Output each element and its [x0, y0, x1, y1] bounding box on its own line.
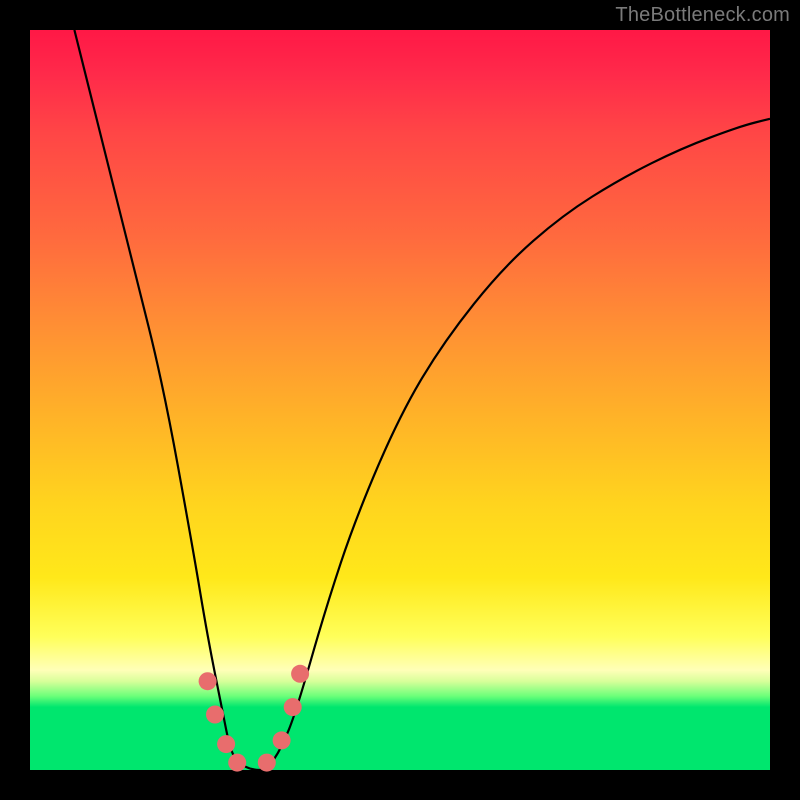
- data-marker: [217, 735, 235, 753]
- data-marker: [258, 754, 276, 772]
- bottleneck-curve: [74, 30, 770, 770]
- data-marker: [199, 672, 217, 690]
- curve-svg: [30, 30, 770, 770]
- watermark-text: TheBottleneck.com: [615, 4, 790, 27]
- data-marker: [291, 665, 309, 683]
- data-marker: [206, 706, 224, 724]
- chart-frame: TheBottleneck.com: [0, 0, 800, 800]
- plot-area: [30, 30, 770, 770]
- data-marker: [228, 754, 246, 772]
- data-marker: [284, 698, 302, 716]
- data-marker: [273, 731, 291, 749]
